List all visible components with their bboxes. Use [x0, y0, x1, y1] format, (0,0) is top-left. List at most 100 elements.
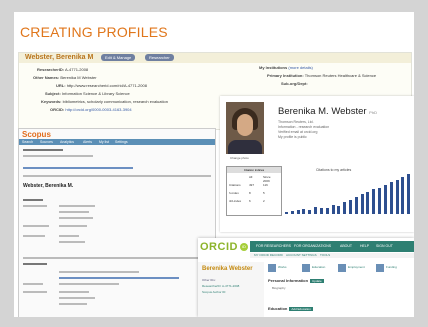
scopus-nav-analytics[interactable]: Analytics	[60, 139, 74, 145]
rid-row-orcid[interactable]: ORCID: http://orcid.org/0000-0003-4163-3…	[50, 107, 132, 112]
funding-button[interactable]: Funding	[376, 264, 406, 272]
citations-bar	[308, 210, 312, 214]
citations-bar	[395, 180, 399, 214]
institutions-heading: My Institutions (more details)	[259, 65, 313, 70]
stats-row: h-index 8 5	[229, 191, 265, 195]
citations-bar	[378, 188, 382, 214]
rid-row-subject: Subject: Information Science & Library S…	[45, 91, 130, 96]
scopus-text-line	[23, 291, 47, 293]
rid-row-keywords: Keywords: bibliometrics, scholarly commu…	[41, 99, 168, 104]
scopus-text-line	[59, 235, 79, 237]
scopus-nav-sources[interactable]: Sources	[40, 139, 53, 145]
scopus-text-line	[59, 241, 85, 243]
education-section: Education Add Education	[268, 306, 313, 311]
orcid-record-name: Berenika Webster	[202, 266, 253, 272]
citations-bar	[343, 202, 347, 214]
citations-bar	[354, 197, 358, 214]
scopus-text-line	[59, 217, 93, 219]
researcherid-name: Webster, Berenika M	[25, 54, 94, 61]
add-education-button[interactable]: Add Education	[289, 307, 313, 311]
subnav-my-record[interactable]: MY ORCID RECORD	[254, 253, 283, 258]
scopus-text-line	[59, 283, 119, 285]
scopus-divider	[23, 175, 211, 177]
change-photo-link[interactable]: Change photo	[230, 156, 249, 160]
scopus-id-link[interactable]: Scopus Author ID:	[202, 290, 226, 294]
scopus-nav-mylist[interactable]: My list	[99, 139, 109, 145]
rid-row-other-names: Other Names: Berenika M Webster	[33, 75, 97, 80]
personal-info-section: Personal Information Update	[268, 278, 324, 283]
orcid-sidebar: Berenika Webster Other IDs: ResearcherID…	[198, 262, 264, 317]
nav-help[interactable]: HELP	[360, 241, 369, 252]
works-button[interactable]: Works	[268, 264, 298, 272]
scopus-nav-alerts[interactable]: Alerts	[83, 139, 92, 145]
other-ids-label: Other IDs:	[202, 278, 216, 282]
slide-content: CREATING PROFILES Webster, Berenika M Ed…	[14, 12, 414, 317]
citations-bar	[389, 182, 393, 214]
scopus-nav-search[interactable]: Search	[22, 139, 33, 145]
biography-label: Biography	[272, 286, 286, 290]
scopus-text-line	[59, 297, 95, 299]
nav-sign-out[interactable]: SIGN OUT	[376, 241, 393, 252]
citations-bar	[349, 200, 352, 214]
citations-bar	[337, 206, 341, 214]
orcid-logo: ORCID	[200, 241, 238, 253]
stats-row: i10-index 6 2	[229, 199, 265, 203]
scopus-text-line	[23, 263, 47, 265]
profile-interest[interactable]: Information - research evaluation	[278, 125, 329, 129]
scopus-text-line	[23, 155, 93, 157]
citations-bar	[325, 208, 329, 214]
citations-bar	[285, 212, 288, 214]
scopus-text-line	[23, 283, 43, 285]
scopus-link-line[interactable]	[23, 167, 133, 169]
researcherid-link[interactable]: ResearcherID: A-4771-2008	[202, 284, 239, 288]
education-button[interactable]: Education	[302, 264, 332, 272]
orcid-id-icon: iD	[240, 243, 248, 251]
employment-button[interactable]: Employment	[338, 264, 368, 272]
citations-chart	[284, 174, 412, 214]
scopus-logo: Scopus	[22, 130, 51, 139]
update-button[interactable]: Update	[310, 279, 324, 283]
nav-for-organizations[interactable]: FOR ORGANIZATIONS	[294, 241, 331, 252]
scopus-author-name: Webster, Berenika M.	[23, 183, 74, 189]
citations-bar	[372, 189, 376, 214]
scopus-text-line	[23, 199, 43, 201]
rid-row-id: ResearcherID: A-4771-2008	[37, 67, 89, 72]
edit-manage-button[interactable]: Edit & Manage	[101, 54, 136, 61]
works-icon	[268, 264, 276, 272]
nav-about[interactable]: ABOUT	[340, 241, 352, 252]
profile-public: My profile is public	[278, 135, 307, 139]
scopus-text-line	[59, 211, 89, 213]
orcid-record-panel: ORCID iD FOR RESEARCHERS FOR ORGANIZATIO…	[198, 238, 414, 317]
subnav-account-settings[interactable]: ACCOUNT SETTINGS	[286, 253, 317, 258]
scopus-text-line	[59, 205, 95, 207]
funding-icon	[376, 264, 384, 272]
scopus-text-line	[23, 205, 47, 207]
primary-institution: Primary Institution: Thomson Reuters Hea…	[267, 73, 377, 78]
scopus-panel: Scopus Search Sources Analytics Alerts M…	[18, 128, 216, 317]
researcher-button[interactable]: Researcher	[145, 54, 174, 61]
citations-bar	[314, 207, 318, 214]
photo-body	[228, 140, 262, 154]
orcid-subnav: MY ORCID RECORD ACCOUNT SETTINGS TOOLS	[250, 253, 414, 258]
rid-row-url[interactable]: URL: http://www.researcherid.com/rid/A-4…	[56, 83, 147, 88]
scopus-text-line	[23, 149, 63, 151]
citations-chart-title: Citations to my articles	[316, 168, 352, 172]
scopus-link-line[interactable]	[59, 277, 179, 279]
scopus-nav-settings[interactable]: Settings	[115, 139, 128, 145]
profile-name: Berenika M. Webster PhD	[278, 106, 377, 117]
stats-row: Citations 497 116	[229, 183, 268, 187]
presentation-slide: CREATING PROFILES Webster, Berenika M Ed…	[0, 0, 428, 327]
profile-email: Verified email at orcid.org	[278, 130, 318, 134]
citations-bar	[383, 185, 387, 214]
scholar-profile-panel: Change photo Berenika M. Webster PhD Tho…	[220, 96, 414, 232]
citations-bar	[296, 210, 300, 214]
nav-for-researchers[interactable]: FOR RESEARCHERS	[256, 241, 291, 252]
scopus-text-line	[59, 291, 89, 293]
citations-bar	[290, 211, 294, 214]
slide-title: CREATING PROFILES	[20, 24, 168, 40]
scopus-text-line	[59, 303, 87, 305]
citations-bar	[366, 192, 370, 214]
profile-photo	[226, 102, 264, 154]
scopus-divider	[23, 257, 211, 259]
subnav-tools[interactable]: TOOLS	[320, 253, 330, 258]
